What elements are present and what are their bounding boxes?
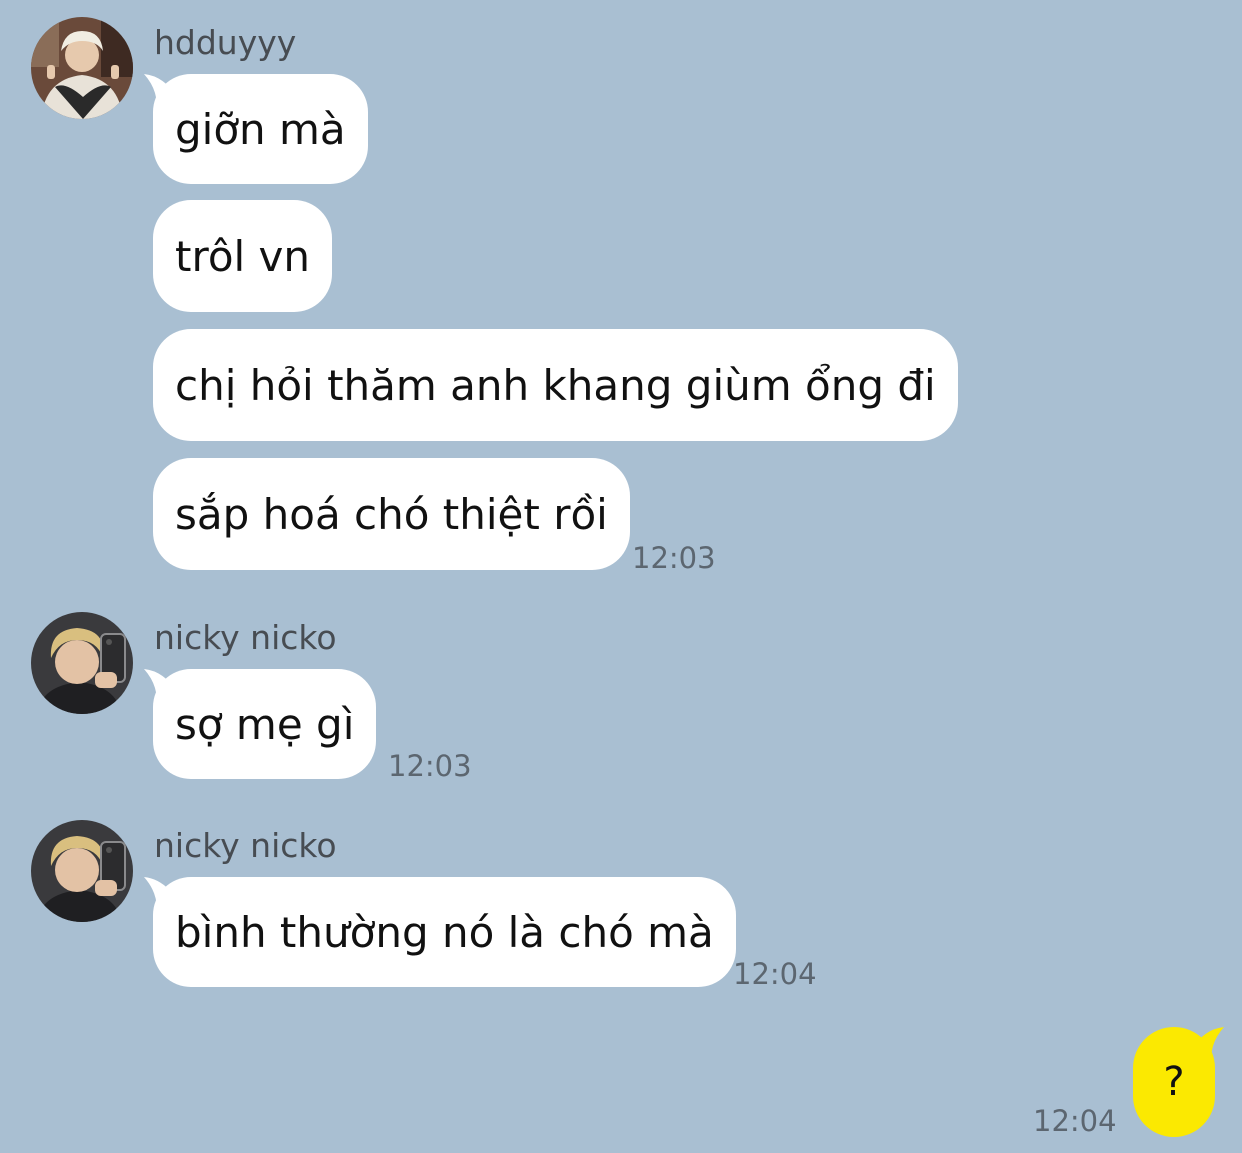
message-timestamp: 12:03	[632, 541, 716, 575]
avatar-nicky-nicko[interactable]	[31, 820, 133, 922]
avatar-nicky-nicko[interactable]	[31, 612, 133, 714]
avatar-hdduyyy[interactable]	[31, 17, 133, 119]
message-bubble[interactable]: giỡn mà	[153, 74, 368, 184]
sender-name: hdduyyy	[154, 23, 297, 62]
message-bubble[interactable]: sắp hoá chó thiệt rồi	[153, 458, 630, 570]
message-timestamp: 12:04	[733, 957, 817, 991]
message-timestamp: 12:04	[1033, 1104, 1117, 1138]
message-bubble[interactable]: bình thường nó là chó mà	[153, 877, 736, 987]
profile-photo-icon	[31, 17, 133, 119]
profile-photo-icon	[31, 612, 133, 714]
sender-name: nicky nicko	[154, 826, 337, 865]
message-bubble[interactable]: sợ mẹ gì	[153, 669, 377, 779]
message-timestamp: 12:03	[388, 749, 472, 783]
outgoing-message-bubble[interactable]: ?	[1133, 1027, 1215, 1137]
sender-name: nicky nicko	[154, 618, 337, 657]
profile-photo-icon	[31, 820, 133, 922]
message-bubble[interactable]: trôl vn	[153, 200, 333, 312]
message-bubble[interactable]: chị hỏi thăm anh khang giùm ổng đi	[153, 329, 958, 441]
